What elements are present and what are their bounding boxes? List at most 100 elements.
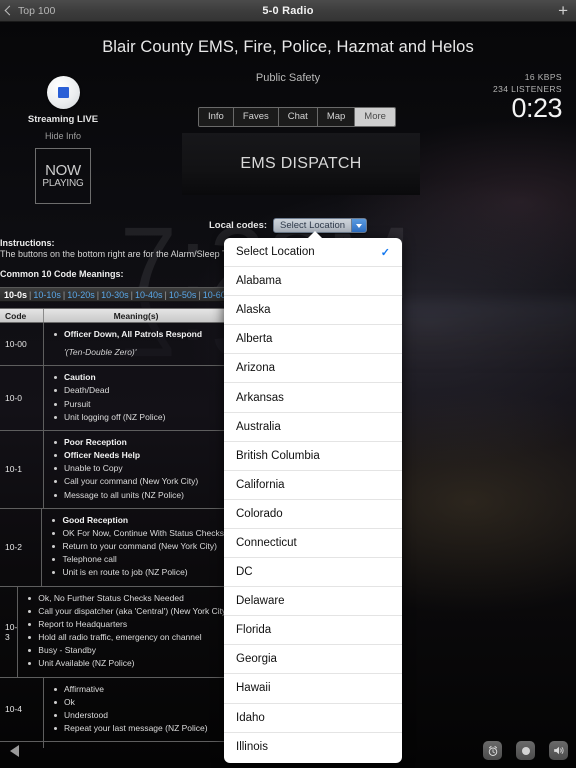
list-item[interactable]: Colorado: [224, 500, 402, 529]
list-item[interactable]: Florida: [224, 616, 402, 646]
meaning-item: Message to all units (NZ Police): [54, 489, 224, 502]
list-item-label: Colorado: [236, 507, 283, 520]
meaning-item: Return to your command (New York City): [52, 540, 224, 553]
code-cell: 10-1: [0, 430, 44, 508]
list-item[interactable]: California: [224, 471, 402, 500]
list-item[interactable]: Connecticut: [224, 529, 402, 559]
table-row: 10-00 Officer Down, All Patrols Respond '(…: [0, 323, 228, 367]
meaning-item: Hold all radio traffic, emergency on cha…: [28, 631, 228, 644]
meaning-item: Officer Needs Help: [54, 449, 224, 462]
link-separator: |: [198, 289, 201, 300]
list-item-label: Connecticut: [236, 536, 297, 549]
meaning-item: Caution: [54, 371, 224, 384]
chevron-down-icon[interactable]: [351, 219, 367, 232]
popover-caret: [307, 231, 323, 239]
list-item[interactable]: British Columbia: [224, 442, 402, 471]
local-codes-bar: Local codes: Select Location: [0, 218, 576, 233]
meaning-item: Call your dispatcher (aka 'Central') (Ne…: [28, 605, 228, 618]
list-item[interactable]: Alberta: [224, 325, 402, 355]
column-header-code: Code: [0, 309, 44, 322]
code-link-10-10s[interactable]: 10-10s: [33, 290, 61, 300]
list-item[interactable]: Alabama: [224, 267, 402, 297]
list-item[interactable]: Arkansas: [224, 383, 402, 413]
meanings-cell: Good Reception OK For Now, Continue With …: [42, 509, 228, 586]
stop-stream-button[interactable]: [46, 76, 80, 109]
list-item-label: Australia: [236, 420, 281, 433]
dispatch-banner: EMS DISPATCH: [182, 133, 420, 195]
list-item[interactable]: Georgia: [224, 645, 402, 675]
meaning-item: Telephone call: [52, 553, 224, 566]
column-header-meanings: Meaning(s): [113, 310, 159, 321]
meaning-item: Ok: [54, 696, 224, 709]
code-link-10-30s[interactable]: 10-30s: [101, 290, 129, 300]
code-cell: 10-00: [0, 323, 44, 366]
code-link-10-0s[interactable]: 10-0s: [4, 290, 27, 300]
link-separator: |: [96, 289, 100, 300]
list-item[interactable]: Hawaii: [224, 674, 402, 704]
meaning-item: Good Reception: [52, 514, 224, 527]
code-link-10-20s[interactable]: 10-20s: [67, 290, 95, 300]
list-item[interactable]: Select Location ✓: [224, 238, 402, 268]
meanings-cell: Officer Down, All Patrols Respond '(Ten-D…: [44, 323, 228, 365]
bitrate-label: 16 KBPS: [524, 72, 562, 82]
list-item-label: Alberta: [236, 333, 273, 346]
meaning-item: OK For Now, Continue With Status Checks: [52, 527, 224, 540]
meaning-note: '(Ten-Double Zero)': [64, 347, 137, 358]
app-title: 5-0 Radio: [262, 4, 314, 17]
top-navigation-bar: Top 100 5-0 Radio +: [0, 0, 576, 22]
app-root: 7:2?M 7:2?M Top 100 5-0 Radio + Blair Co…: [0, 0, 576, 768]
check-icon: ✓: [380, 246, 390, 259]
link-separator: |: [164, 289, 167, 300]
list-item[interactable]: DC: [224, 558, 402, 588]
list-item-label: Alaska: [236, 304, 271, 317]
meaning-item: Affirmative: [54, 683, 224, 696]
volume-icon[interactable]: [549, 741, 568, 760]
code-cell: 10-4: [0, 677, 44, 742]
stop-icon: [57, 87, 69, 98]
list-item[interactable]: Idaho: [224, 704, 402, 733]
list-item-label: Arkansas: [236, 391, 284, 404]
list-item[interactable]: Australia: [224, 413, 402, 442]
tab-more[interactable]: More: [355, 108, 395, 126]
list-item[interactable]: Alaska: [224, 296, 402, 326]
list-item-label: Hawaii: [236, 682, 271, 695]
link-separator: |: [130, 289, 133, 300]
tab-map[interactable]: Map: [317, 108, 356, 126]
record-icon[interactable]: [516, 741, 535, 760]
location-list[interactable]: Select Location ✓ Alabama Alaska Alberta Ariz…: [224, 238, 402, 763]
hide-info-button[interactable]: Hide Info: [22, 131, 104, 141]
alarm-clock-icon[interactable]: [483, 741, 502, 760]
codes-table-body: 10-00 Officer Down, All Patrols Respond '(…: [0, 323, 228, 748]
meaning-item: Understood: [54, 709, 224, 722]
list-item-label: British Columbia: [236, 449, 320, 462]
streaming-status-panel: Streaming LIVE Hide Info NOW PLAYING: [22, 76, 104, 204]
link-separator: |: [62, 289, 66, 300]
code-group-links: 10-0s | 10-10s | 10-20s | 10-30s | 10-40s | 10-50s…: [0, 287, 228, 302]
elapsed-timer: 0:23: [511, 93, 562, 123]
code-link-10-40s[interactable]: 10-40s: [135, 290, 163, 300]
tab-info[interactable]: Info: [199, 108, 234, 126]
meaning-item: Unit logging off (NZ Police): [54, 411, 224, 424]
list-item-label: Florida: [236, 624, 272, 637]
tab-chat[interactable]: Chat: [278, 108, 318, 126]
list-item[interactable]: Arizona: [224, 354, 402, 384]
list-item[interactable]: Delaware: [224, 587, 402, 617]
add-icon[interactable]: +: [558, 2, 568, 19]
code-cell: 10-0: [0, 366, 44, 430]
tab-faves[interactable]: Faves: [233, 108, 279, 126]
tab-bar: Info Faves Chat Map More: [198, 107, 396, 127]
list-item-label: Select Location: [236, 246, 315, 259]
meanings-cell: Ok, No Further Status Checks Needed Call …: [18, 587, 228, 677]
table-row: 10-2 Good Reception OK For Now, Continue W…: [0, 508, 228, 587]
code-link-10-50s[interactable]: 10-50s: [169, 290, 197, 300]
play-back-triangle-icon[interactable]: [10, 745, 19, 757]
bottom-bar-buttons: [483, 741, 568, 760]
common-codes-title: Common 10 Code Meanings:: [0, 269, 124, 279]
now-playing-artwork: NOW PLAYING: [35, 148, 91, 204]
meaning-item: Officer Down, All Patrols Respond: [54, 328, 224, 341]
table-row: 10-1 Poor Reception Officer Needs Help Unab…: [0, 430, 228, 509]
meaning-item: Death/Dead: [54, 384, 224, 397]
meaning-item: Unit Available (NZ Police): [28, 657, 228, 670]
code-cell: 10-3: [0, 586, 19, 677]
local-codes-label: Local codes:: [208, 220, 268, 231]
